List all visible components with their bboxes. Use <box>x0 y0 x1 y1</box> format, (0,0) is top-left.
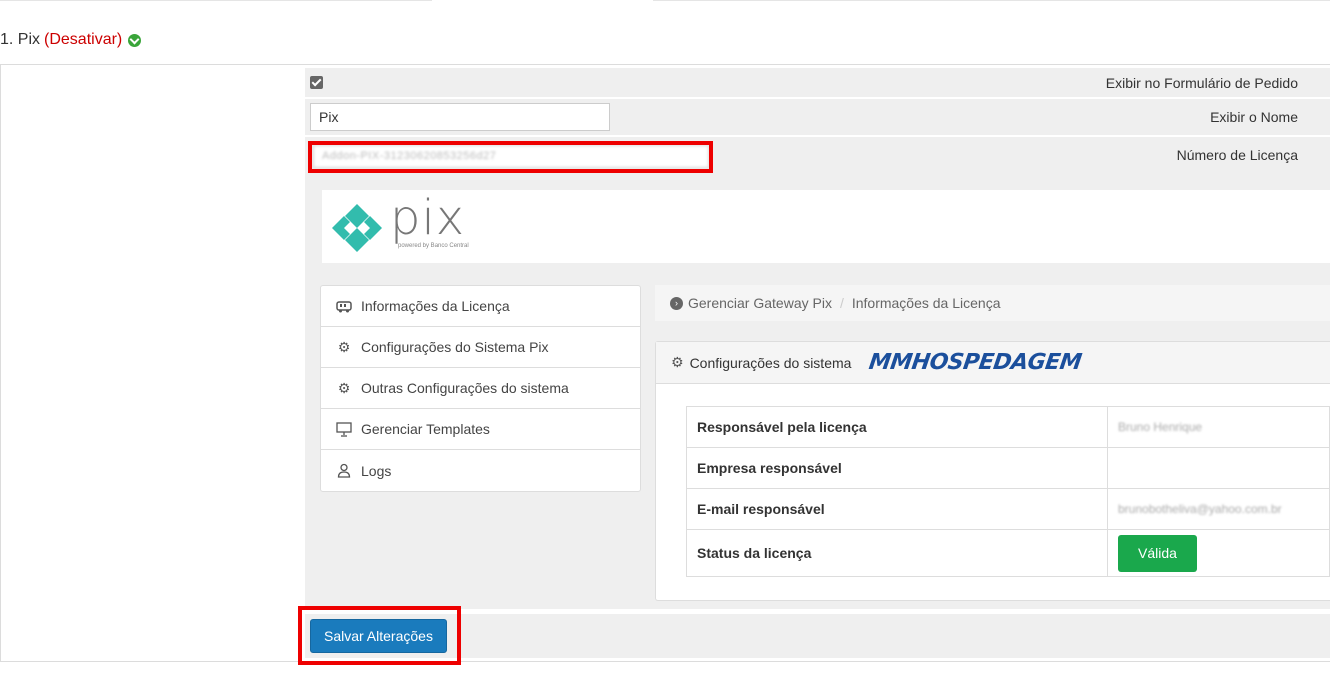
license-icon <box>335 299 353 313</box>
menu-item-label: Configurações do Sistema Pix <box>361 339 549 355</box>
row-value <box>1107 447 1330 489</box>
presentation-icon <box>335 421 353 437</box>
chevron-right-icon: › <box>670 296 683 310</box>
gear-icon: ⚙ <box>337 338 351 355</box>
pix-logo-card <box>322 190 1330 263</box>
section-title: 1. Pix <box>0 31 41 48</box>
menu-item-label: Outras Configurações do sistema <box>361 380 569 396</box>
table-row: E-mail responsável brunobotheliva@yahoo.… <box>686 488 1330 530</box>
status-badge: Válida <box>1118 534 1197 572</box>
deactivate-link[interactable]: (Desativar) <box>44 31 122 49</box>
show-in-order-form-checkbox[interactable] <box>310 76 323 89</box>
user-icon <box>335 463 353 478</box>
row-key: Empresa responsável <box>686 447 1108 489</box>
menu-item-manage-templates[interactable]: Gerenciar Templates <box>321 409 640 450</box>
display-name-label: Exibir o Nome <box>1210 109 1298 125</box>
mmhospedagem-logo: MMHOSPEDAGEM <box>867 350 1084 375</box>
row-key: Responsável pela licença <box>686 406 1108 448</box>
menu-item-label: Informações da Licença <box>361 298 510 314</box>
gear-icon: ⚙ <box>337 379 351 396</box>
breadcrumb-root[interactable]: Gerenciar Gateway Pix <box>688 295 832 311</box>
save-highlight-box <box>298 606 461 665</box>
config-card-header: ⚙ Configurações do sistema MMHOSPEDAGEM <box>656 342 1330 384</box>
license-number-label: Número de Licença <box>1176 147 1298 163</box>
menu-item-pix-settings[interactable]: ⚙ Configurações do Sistema Pix <box>321 327 640 368</box>
pix-logo-subtitle: powered by Banco Central <box>398 243 469 249</box>
show-in-order-form-label: Exibir no Formulário de Pedido <box>1105 75 1298 91</box>
row-value: Bruno Henrique <box>1107 406 1330 448</box>
row-key: E-mail responsável <box>686 488 1108 530</box>
breadcrumb-current: Informações da Licença <box>851 295 1001 311</box>
gear-icon: ⚙ <box>671 354 684 370</box>
row-value: brunobotheliva@yahoo.com.br <box>1107 488 1330 530</box>
pix-diamond-logo <box>332 204 382 252</box>
top-divider <box>0 0 432 1</box>
menu-item-other-settings[interactable]: ⚙ Outras Configurações do sistema <box>321 368 640 409</box>
row-value: Válida <box>1107 529 1330 577</box>
display-name-input[interactable]: Pix <box>310 103 610 131</box>
license-info-table: Responsável pela licença Bruno Henrique … <box>686 406 1330 577</box>
pix-logo-word: pix <box>390 190 466 246</box>
table-row: Responsável pela licença Bruno Henrique <box>686 406 1330 448</box>
breadcrumb: › Gerenciar Gateway Pix / Informações da… <box>655 285 1330 321</box>
menu-item-license-info[interactable]: Informações da Licença <box>321 286 640 327</box>
menu-item-label: Logs <box>361 462 392 479</box>
menu-item-logs[interactable]: Logs <box>321 450 640 491</box>
config-card-title: Configurações do sistema <box>689 354 852 371</box>
table-row: Empresa responsável <box>686 447 1330 489</box>
row-key: Status da licença <box>686 529 1108 577</box>
license-menu: Informações da Licença ⚙ Configurações d… <box>320 285 641 492</box>
top-divider <box>653 0 1330 1</box>
breadcrumb-separator: / <box>839 295 844 311</box>
table-row: Status da licença Válida <box>686 529 1330 577</box>
active-status-icon <box>128 33 142 47</box>
menu-item-label: Gerenciar Templates <box>361 421 490 437</box>
section-heading: 1. Pix (Desativar) <box>0 31 142 49</box>
license-highlight-box <box>308 141 713 173</box>
